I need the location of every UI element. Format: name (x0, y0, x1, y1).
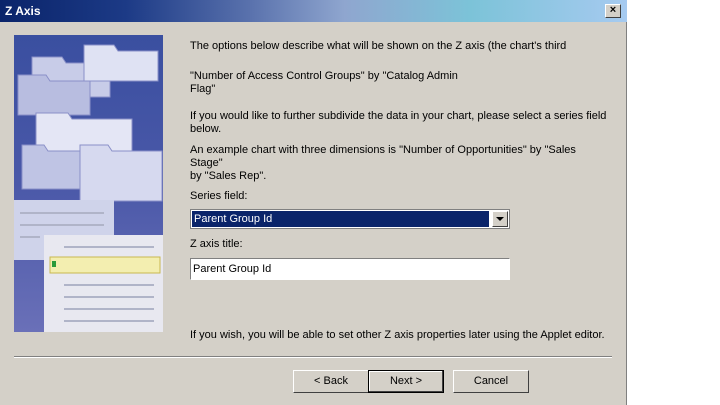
dropdown-button[interactable] (492, 211, 508, 227)
z-axis-dialog: Z Axis × The options below describe what… (0, 0, 627, 405)
title-bar[interactable]: Z Axis × (0, 0, 627, 22)
chevron-down-icon (496, 217, 504, 221)
hint-line-1: If you would like to further subdivide t… (190, 110, 607, 122)
chart-fields-description: "Number of Access Control Groups" by "Ca… (190, 70, 610, 96)
series-hint: If you would like to further subdivide t… (190, 110, 610, 136)
fields-line-2: Flag" (190, 83, 216, 95)
cancel-button[interactable]: Cancel (453, 370, 529, 393)
wizard-illustration (14, 35, 163, 332)
close-button[interactable]: × (605, 4, 621, 18)
footer-note: If you wish, you will be able to set oth… (190, 329, 605, 341)
z-axis-title-label: Z axis title: (190, 238, 243, 250)
series-field-label: Series field: (190, 190, 248, 202)
fields-line-1: "Number of Access Control Groups" by "Ca… (190, 70, 458, 82)
separator (14, 356, 612, 358)
back-button[interactable]: < Back (293, 370, 369, 393)
close-icon: × (609, 4, 617, 16)
example-line-1: An example chart with three dimensions i… (190, 144, 576, 169)
example-text: An example chart with three dimensions i… (190, 144, 610, 183)
intro-text: The options below describe what will be … (190, 40, 567, 52)
example-line-2: by "Sales Rep". (190, 170, 267, 182)
z-axis-title-input[interactable] (190, 258, 510, 280)
next-button[interactable]: Next > (368, 370, 444, 393)
series-field-select[interactable]: Parent Group Id (190, 209, 510, 229)
window-title: Z Axis (5, 4, 41, 18)
hint-line-2: below. (190, 123, 222, 135)
series-field-value[interactable]: Parent Group Id (192, 211, 489, 227)
